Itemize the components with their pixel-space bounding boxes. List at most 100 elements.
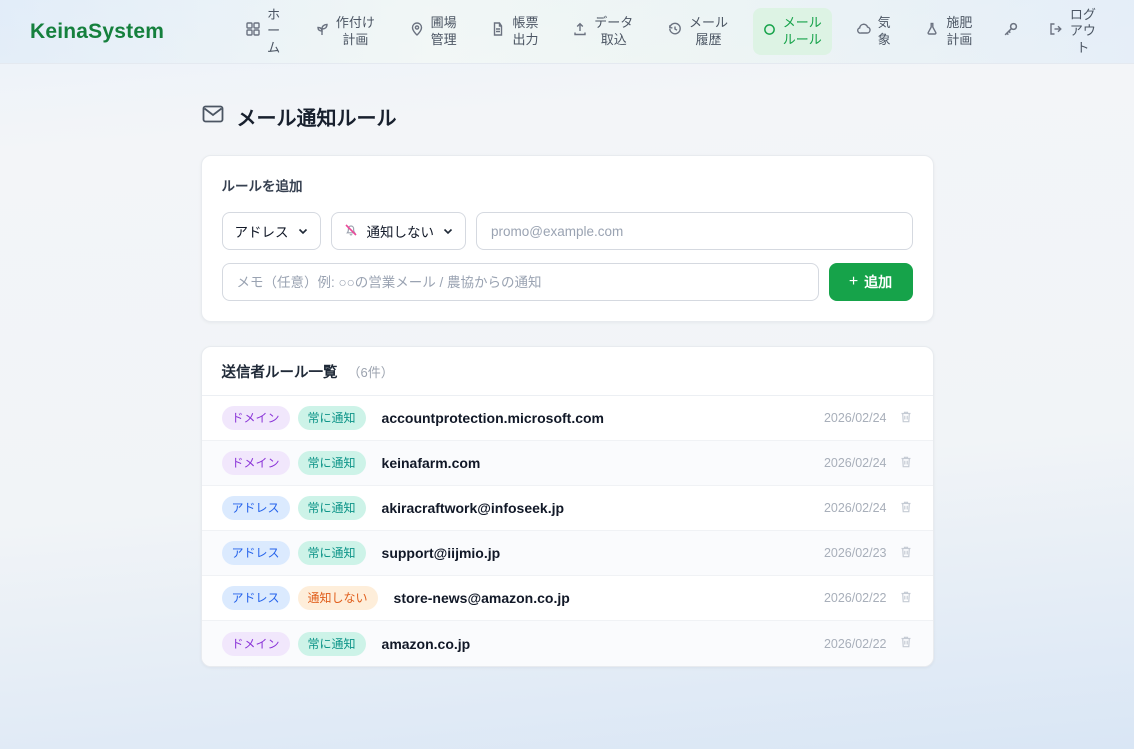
delete-rule-button[interactable] — [899, 635, 913, 652]
rule-type-select[interactable]: アドレス — [222, 212, 321, 250]
rule-value: accountprotection.microsoft.com — [382, 410, 604, 426]
main-content: メール通知ルール ルールを追加 アドレス 通知しない — [201, 102, 934, 667]
nav-label-planting-plan: 作付け 計画 — [336, 15, 375, 48]
rule-type-badge: ドメイン — [222, 632, 290, 656]
rule-row: アドレス 常に通知 akiracraftwork@infoseek.jp 202… — [202, 486, 933, 531]
rule-date: 2026/02/22 — [824, 637, 887, 651]
rule-value: keinafarm.com — [382, 455, 481, 471]
rule-date: 2026/02/24 — [824, 456, 887, 470]
add-rule-row-2: + 追加 — [222, 263, 913, 301]
mail-icon — [201, 102, 225, 131]
delete-rule-button[interactable] — [899, 545, 913, 562]
trash-icon — [899, 410, 913, 427]
nav-item-home[interactable]: ホ ー ム — [236, 0, 290, 63]
add-rule-card: ルールを追加 アドレス 通知しない + — [201, 155, 934, 322]
rule-type-badge: アドレス — [222, 586, 290, 610]
map-pin-icon — [410, 22, 424, 40]
rule-type-badge: アドレス — [222, 541, 290, 565]
dashboard-icon — [246, 22, 260, 40]
rule-action-badge: 通知しない — [298, 586, 378, 610]
cloud-icon — [857, 22, 871, 40]
bell-off-icon — [344, 223, 358, 240]
logout-icon — [1049, 22, 1063, 40]
flask-icon — [925, 22, 939, 40]
nav-label-home: ホ ー ム — [267, 7, 280, 56]
nav-label-weather: 気 象 — [878, 15, 891, 48]
rule-action-badge: 常に通知 — [298, 541, 366, 565]
document-icon — [491, 22, 505, 40]
sender-rules-title: 送信者ルール一覧 — [222, 361, 338, 382]
rule-action-select[interactable]: 通知しない — [331, 212, 467, 250]
add-rule-row-1: アドレス 通知しない — [222, 212, 913, 250]
rule-row: アドレス 通知しない store-news@amazon.co.jp 2026/… — [202, 576, 933, 621]
nav-label-mail-history: メール 履歴 — [689, 15, 728, 48]
sender-rules-count: （6件） — [348, 362, 394, 381]
chevron-down-icon — [298, 224, 308, 239]
page-title-text: メール通知ルール — [237, 102, 397, 131]
add-rule-button[interactable]: + 追加 — [829, 263, 913, 301]
key-icon — [1003, 22, 1018, 41]
delete-rule-button[interactable] — [899, 590, 913, 607]
rule-row: アドレス 常に通知 support@iijmio.jp 2026/02/23 — [202, 531, 933, 576]
rule-type-select-value: アドレス — [235, 221, 289, 241]
rule-date: 2026/02/24 — [824, 501, 887, 515]
rule-date: 2026/02/24 — [824, 411, 887, 425]
rule-row: ドメイン 常に通知 keinafarm.com 2026/02/24 — [202, 441, 933, 486]
delete-rule-button[interactable] — [899, 500, 913, 517]
nav-label-fertilizer-plan: 施肥 計画 — [946, 15, 972, 48]
nav-label-data-import: データ 取込 — [594, 15, 633, 48]
nav-item-data-import[interactable]: データ 取込 — [563, 8, 643, 55]
nav-item-logout[interactable]: ログ アウ ト — [1039, 0, 1106, 63]
rule-action-badge: 常に通知 — [298, 451, 366, 475]
add-rule-button-label: 追加 — [864, 272, 892, 292]
nav-item-weather[interactable]: 気 象 — [847, 8, 901, 55]
memo-input[interactable] — [222, 263, 819, 301]
nav-list: ホ ー ム 作付け 計画 圃場 管理 帳票 出力 データ 取込 — [236, 0, 1106, 63]
trash-icon — [899, 635, 913, 652]
rule-row: ドメイン 常に通知 amazon.co.jp 2026/02/22 — [202, 621, 933, 666]
add-rule-section-label: ルールを追加 — [222, 175, 913, 195]
history-icon — [668, 22, 682, 40]
delete-rule-button[interactable] — [899, 455, 913, 472]
rule-value: akiracraftwork@infoseek.jp — [382, 500, 565, 516]
nav-item-mail-rules[interactable]: メール ルール — [753, 8, 832, 55]
nav-item-mail-history[interactable]: メール 履歴 — [658, 8, 738, 55]
sender-rules-header: 送信者ルール一覧 （6件） — [202, 347, 933, 396]
upload-icon — [573, 22, 587, 40]
trash-icon — [899, 590, 913, 607]
nav-label-report-output: 帳票 出力 — [512, 15, 538, 48]
rule-action-badge: 常に通知 — [298, 632, 366, 656]
trash-icon — [899, 455, 913, 472]
address-input[interactable] — [476, 212, 913, 250]
nav-item-field-management[interactable]: 圃場 管理 — [400, 8, 467, 55]
rule-value: amazon.co.jp — [382, 636, 471, 652]
nav-label-logout: ログ アウ ト — [1070, 7, 1096, 56]
trash-icon — [899, 545, 913, 562]
circle-icon — [763, 23, 776, 40]
rule-type-badge: ドメイン — [222, 451, 290, 475]
nav-item-planting-plan[interactable]: 作付け 計画 — [305, 8, 385, 55]
plus-icon: + — [849, 274, 858, 290]
rule-type-badge: ドメイン — [222, 406, 290, 430]
top-navbar: KeinaSystem ホ ー ム 作付け 計画 圃場 管理 帳票 出力 — [0, 0, 1134, 64]
sprout-icon — [315, 22, 329, 40]
rule-value: support@iijmio.jp — [382, 545, 501, 561]
rule-value: store-news@amazon.co.jp — [394, 590, 570, 606]
brand-logo[interactable]: KeinaSystem — [30, 20, 164, 44]
rule-action-badge: 常に通知 — [298, 496, 366, 520]
rule-date: 2026/02/23 — [824, 546, 887, 560]
rule-row: ドメイン 常に通知 accountprotection.microsoft.co… — [202, 396, 933, 441]
rule-date: 2026/02/22 — [824, 591, 887, 605]
rule-type-badge: アドレス — [222, 496, 290, 520]
api-key-button[interactable] — [997, 15, 1024, 48]
rule-action-select-value: 通知しない — [367, 221, 435, 241]
delete-rule-button[interactable] — [899, 410, 913, 427]
nav-item-fertilizer-plan[interactable]: 施肥 計画 — [915, 8, 982, 55]
trash-icon — [899, 500, 913, 517]
nav-label-field-management: 圃場 管理 — [431, 15, 457, 48]
sender-rules-card: 送信者ルール一覧 （6件） ドメイン 常に通知 accountprotectio… — [201, 346, 934, 667]
page-title: メール通知ルール — [201, 102, 934, 131]
nav-item-report-output[interactable]: 帳票 出力 — [481, 8, 548, 55]
rule-action-badge: 常に通知 — [298, 406, 366, 430]
nav-label-mail-rules: メール ルール — [783, 15, 822, 48]
